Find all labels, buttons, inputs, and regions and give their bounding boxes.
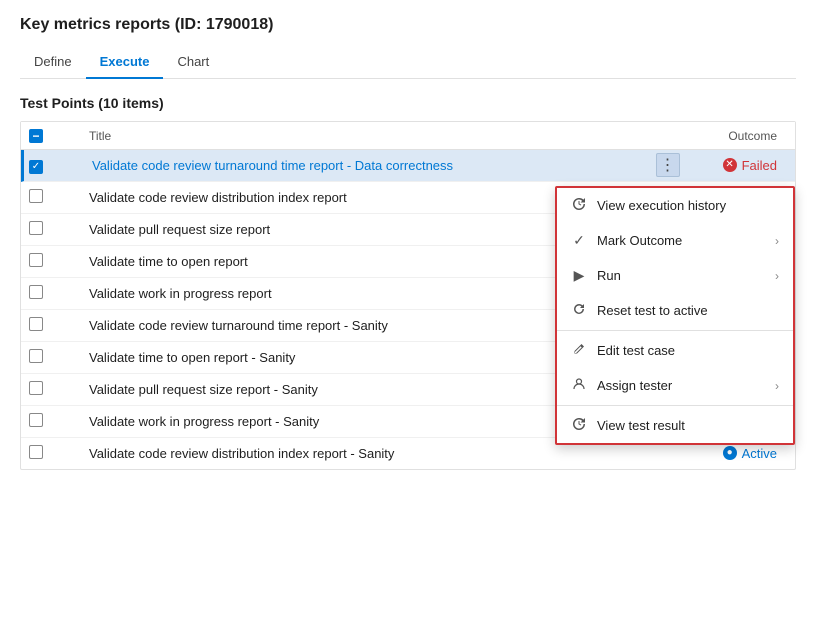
checkbox-3[interactable] [29,221,43,235]
context-menu: View execution history ✓ Mark Outcome › … [555,186,795,445]
menu-item-left-6: Assign tester [571,377,672,394]
reset-icon [571,302,587,319]
menu-label-view-history: View execution history [597,198,726,213]
menu-item-run[interactable]: ▶ Run › [557,258,793,293]
result-icon [571,417,587,434]
checkbox-9[interactable] [29,413,43,427]
tabs: Define Execute Chart [20,46,796,79]
checkbox-2[interactable] [29,189,43,203]
select-all-button[interactable]: − [29,129,43,143]
outcome-label-1: Failed [742,158,777,173]
edit-icon [571,342,587,359]
menu-item-left-2: ✓ Mark Outcome [571,232,682,249]
checkbox-7[interactable] [29,349,43,363]
menu-item-reset[interactable]: Reset test to active [557,293,793,328]
tab-chart[interactable]: Chart [163,46,223,79]
menu-item-left: View execution history [571,197,726,214]
history-icon [571,197,587,214]
chevron-right-icon: › [775,234,779,248]
menu-item-left-7: View test result [571,417,685,434]
check-icon: ✓ [571,232,587,249]
row-title-10[interactable]: Validate code review distribution index … [89,446,677,461]
menu-item-view-history[interactable]: View execution history [557,188,793,223]
person-icon [571,377,587,394]
menu-label-mark-outcome: Mark Outcome [597,233,682,248]
play-icon: ▶ [571,267,587,284]
outcome-1: ✕ Failed [677,158,787,173]
table-row[interactable]: ✓ Validate code review turnaround time r… [21,150,795,182]
row-check-7[interactable] [29,349,59,366]
table-header: − Title Outcome [21,122,795,150]
row-check-4[interactable] [29,253,59,270]
menu-item-view-result[interactable]: View test result [557,408,793,443]
row-check-2[interactable] [29,189,59,206]
header-title: Title [89,129,677,143]
menu-label-assign: Assign tester [597,378,672,393]
menu-item-edit[interactable]: Edit test case [557,333,793,368]
menu-label-run: Run [597,268,621,283]
row-title-1[interactable]: Validate code review turnaround time rep… [92,158,677,173]
outcome-10: ● Active [677,446,787,461]
more-actions-button[interactable]: ⋮ [656,153,680,177]
checkbox-6[interactable] [29,317,43,331]
outcome-label-10: Active [742,446,777,461]
section-title: Test Points (10 items) [20,95,796,111]
row-check-9[interactable] [29,413,59,430]
tab-execute[interactable]: Execute [86,46,164,79]
menu-label-edit: Edit test case [597,343,675,358]
page-title: Key metrics reports (ID: 1790018) [20,16,796,34]
chevron-right-icon-3: › [775,379,779,393]
tab-define[interactable]: Define [20,46,86,79]
menu-item-left-4: Reset test to active [571,302,708,319]
header-outcome: Outcome [677,129,787,143]
menu-item-assign[interactable]: Assign tester › [557,368,793,403]
checkbox-8[interactable] [29,381,43,395]
header-check-col: − [29,128,59,143]
page-wrapper: Key metrics reports (ID: 1790018) Define… [0,0,816,490]
row-check-3[interactable] [29,221,59,238]
checkbox-10[interactable] [29,445,43,459]
menu-item-mark-outcome[interactable]: ✓ Mark Outcome › [557,223,793,258]
menu-label-reset: Reset test to active [597,303,708,318]
menu-label-view-result: View test result [597,418,685,433]
menu-divider-2 [557,405,793,406]
menu-divider-1 [557,330,793,331]
menu-item-left-3: ▶ Run [571,267,621,284]
checkbox-1[interactable]: ✓ [29,160,43,174]
row-check-6[interactable] [29,317,59,334]
chevron-right-icon-2: › [775,269,779,283]
checkbox-5[interactable] [29,285,43,299]
checkbox-4[interactable] [29,253,43,267]
test-points-table: − Title Outcome ✓ Validate code review t… [20,121,796,470]
active-icon-10: ● [723,446,737,460]
row-check-10[interactable] [29,445,59,462]
row-check-5[interactable] [29,285,59,302]
row-check-8[interactable] [29,381,59,398]
failed-icon: ✕ [723,158,737,172]
row-check-1[interactable]: ✓ [29,157,59,174]
menu-item-left-5: Edit test case [571,342,675,359]
